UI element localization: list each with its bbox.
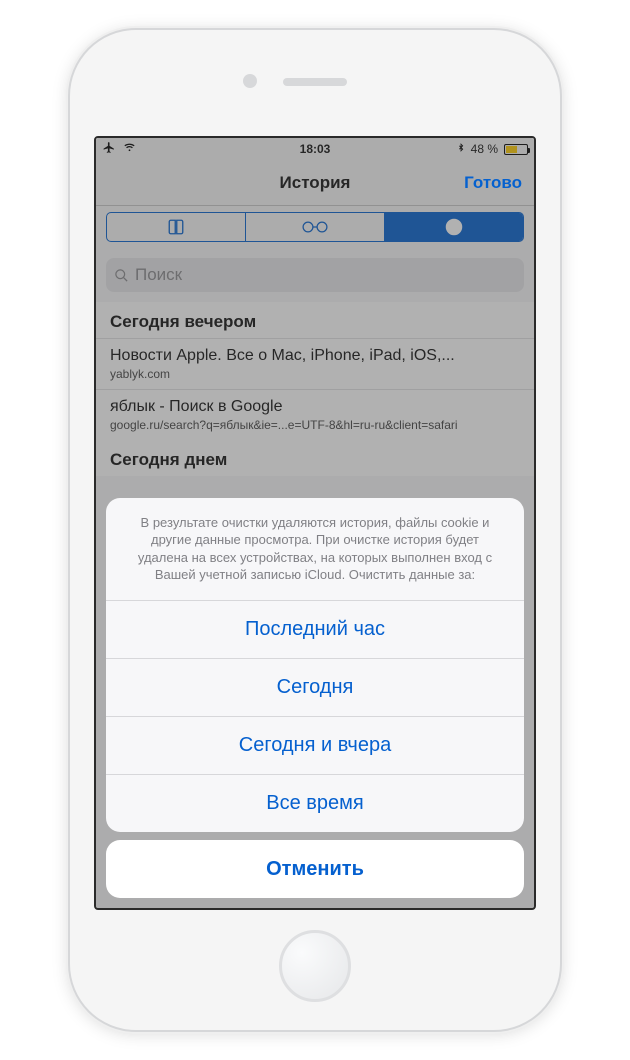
- done-button[interactable]: Готово: [464, 173, 522, 193]
- sheet-message: В результате очистки удаляются история, …: [106, 498, 524, 600]
- sheet-option-all-time[interactable]: Все время: [106, 774, 524, 832]
- phone-camera: [243, 74, 257, 88]
- phone-frame: 18:03 48 % История Готово: [70, 30, 560, 1030]
- sheet-option-last-hour[interactable]: Последний час: [106, 600, 524, 658]
- sheet-cancel-button[interactable]: Отменить: [106, 840, 524, 898]
- home-button[interactable]: [279, 930, 351, 1002]
- sheet-option-today-yesterday[interactable]: Сегодня и вчера: [106, 716, 524, 774]
- sheet-option-today[interactable]: Сегодня: [106, 658, 524, 716]
- screen: 18:03 48 % История Готово: [94, 136, 536, 910]
- phone-speaker: [283, 78, 347, 86]
- action-sheet: В результате очистки удаляются история, …: [106, 498, 524, 898]
